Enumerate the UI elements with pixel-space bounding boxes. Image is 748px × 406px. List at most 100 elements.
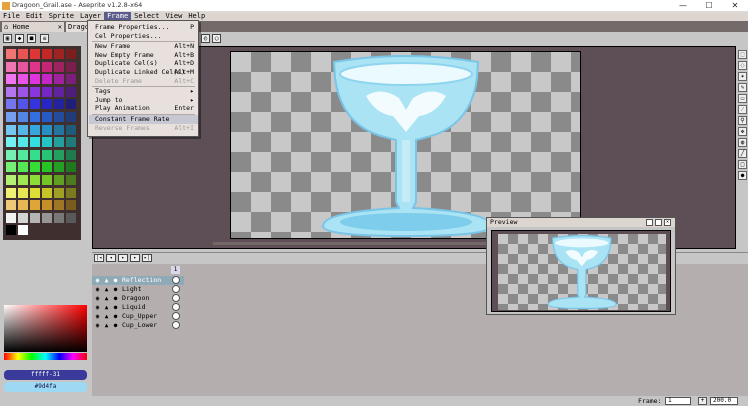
lasso-icon[interactable]: ◌ [738, 61, 747, 70]
eye-icon[interactable]: ◉ [94, 277, 101, 284]
palette-swatch[interactable] [30, 187, 41, 199]
palette-swatch[interactable] [18, 175, 29, 186]
palette-swatch[interactable] [30, 86, 41, 98]
layer-row-reflection[interactable]: ◉ ▲ ● Reflection [92, 276, 184, 285]
palette-swatch[interactable] [6, 74, 17, 86]
palette-swatch[interactable] [42, 49, 53, 60]
add-icon[interactable]: + [698, 397, 707, 405]
palette-swatch[interactable] [66, 61, 77, 73]
palette-swatch[interactable] [18, 49, 29, 60]
link-icon[interactable]: ● [112, 286, 119, 293]
palette-swatch[interactable] [6, 200, 17, 212]
foreground-color-bar[interactable]: fffff-31 [4, 370, 87, 380]
palette-swatch[interactable] [30, 74, 41, 86]
blur-icon[interactable]: ● [738, 171, 747, 180]
lock-icon[interactable]: ▲ [103, 313, 110, 320]
last-frame-icon[interactable]: ▸| [142, 254, 152, 262]
palette-swatch[interactable] [6, 99, 17, 111]
palette-swatch[interactable] [6, 187, 17, 199]
hue-slider[interactable] [4, 353, 87, 360]
maximize-button[interactable]: ☐ [696, 0, 722, 12]
expand-icon[interactable] [655, 219, 662, 226]
cel-light[interactable] [172, 285, 180, 293]
palette-swatch[interactable] [30, 175, 41, 186]
palette-swatch[interactable] [66, 149, 77, 161]
palette-swatch[interactable] [66, 225, 77, 237]
palette-swatch[interactable] [42, 175, 53, 186]
menu-sprite[interactable]: Sprite [46, 12, 77, 21]
palette-swatch[interactable] [42, 74, 53, 86]
background-color-bar[interactable]: #9d4fa [4, 382, 87, 392]
palette-swatch[interactable] [42, 162, 53, 174]
play-once-icon[interactable]: ◴ [201, 34, 210, 43]
palette-swatch[interactable] [18, 187, 29, 199]
palette-swatch[interactable] [54, 212, 65, 224]
lock-icon[interactable]: ▲ [103, 277, 110, 284]
close-button[interactable]: ✕ [722, 0, 748, 12]
menu-edit[interactable]: Edit [23, 12, 46, 21]
link-icon[interactable]: ● [112, 277, 119, 284]
marquee-icon[interactable]: ⬚ [738, 50, 747, 59]
palette-swatch[interactable] [42, 99, 53, 111]
palette-swatch[interactable] [30, 49, 41, 60]
palette-swatch[interactable] [42, 149, 53, 161]
palette-swatch[interactable] [42, 200, 53, 212]
palette-swatch[interactable] [54, 61, 65, 73]
zoom-input[interactable]: 200.0 [710, 397, 738, 405]
menu-item-duplicate-cel-s[interactable]: Duplicate Cel(s) Alt+D [89, 59, 198, 68]
menu-item-jump-to[interactable]: Jump to ▸ [89, 96, 198, 105]
palette-swatch[interactable] [30, 137, 41, 149]
palette-swatch[interactable] [66, 137, 77, 149]
saturation-value-box[interactable] [4, 305, 87, 352]
tab-home[interactable]: ⌂ Home ✕ [2, 22, 64, 32]
palette-swatch[interactable] [6, 112, 17, 123]
menu-item-tags[interactable]: Tags ▸ [89, 87, 198, 96]
palette-swatch[interactable] [18, 137, 29, 149]
layer-row-dragoon[interactable]: ◉ ▲ ● Dragoon [92, 294, 184, 303]
layer-row-cup-lower[interactable]: ◉ ▲ ● Cup_Lower [92, 321, 184, 330]
palette-swatch[interactable] [66, 162, 77, 174]
link-icon[interactable]: ● [112, 304, 119, 311]
palette-swatch[interactable] [54, 149, 65, 161]
palette-swatch[interactable] [6, 162, 17, 174]
palette-swatch[interactable] [18, 162, 29, 174]
link-icon[interactable]: ● [112, 322, 119, 329]
palette-swatch[interactable] [42, 187, 53, 199]
first-frame-icon[interactable]: |◂ [94, 254, 104, 262]
palette-swatch[interactable] [6, 124, 17, 136]
color-palette[interactable] [3, 46, 81, 240]
bucket-icon[interactable]: ◍ [738, 138, 747, 147]
palette-swatch[interactable] [42, 124, 53, 136]
eraser-icon[interactable]: ▭ [738, 94, 747, 103]
lock-icon[interactable]: ▲ [103, 304, 110, 311]
layer-row-light[interactable]: ◉ ▲ ● Light [92, 285, 184, 294]
layer-row-cup-upper[interactable]: ◉ ▲ ● Cup_Upper [92, 312, 184, 321]
frame-header[interactable]: 1 [171, 266, 180, 274]
palette-swatch[interactable] [66, 187, 77, 199]
link-icon[interactable]: ● [112, 313, 119, 320]
wand-icon[interactable]: ✶ [738, 72, 747, 81]
play-icon[interactable] [646, 219, 653, 226]
palette-swatch[interactable] [66, 99, 77, 111]
palette-swatch[interactable] [18, 74, 29, 86]
cel-cup-upper[interactable] [172, 312, 180, 320]
close-icon[interactable]: ✕ [58, 22, 62, 32]
palette-swatch[interactable] [6, 212, 17, 224]
eyedropper-icon[interactable]: ⁄ [738, 105, 747, 114]
palette-swatch[interactable] [30, 124, 41, 136]
lock-icon[interactable]: ▲ [103, 295, 110, 302]
menu-item-frame-properties[interactable]: Frame Properties... P [89, 23, 198, 32]
palette-swatch[interactable] [66, 175, 77, 186]
lock-icon[interactable]: ▲ [103, 286, 110, 293]
palette-swatch[interactable] [30, 99, 41, 111]
palette-swatch[interactable] [30, 149, 41, 161]
close-icon[interactable]: ✕ [664, 219, 671, 226]
rectangle-icon[interactable]: □ [738, 160, 747, 169]
palette-swatch[interactable] [66, 74, 77, 86]
play-icon[interactable]: ▸ [118, 254, 128, 262]
link-icon[interactable]: ● [112, 295, 119, 302]
line-icon[interactable]: ╱ [738, 149, 747, 158]
palette-swatch[interactable] [18, 86, 29, 98]
palette-swatch[interactable] [6, 86, 17, 98]
palette-swatch[interactable] [30, 112, 41, 123]
